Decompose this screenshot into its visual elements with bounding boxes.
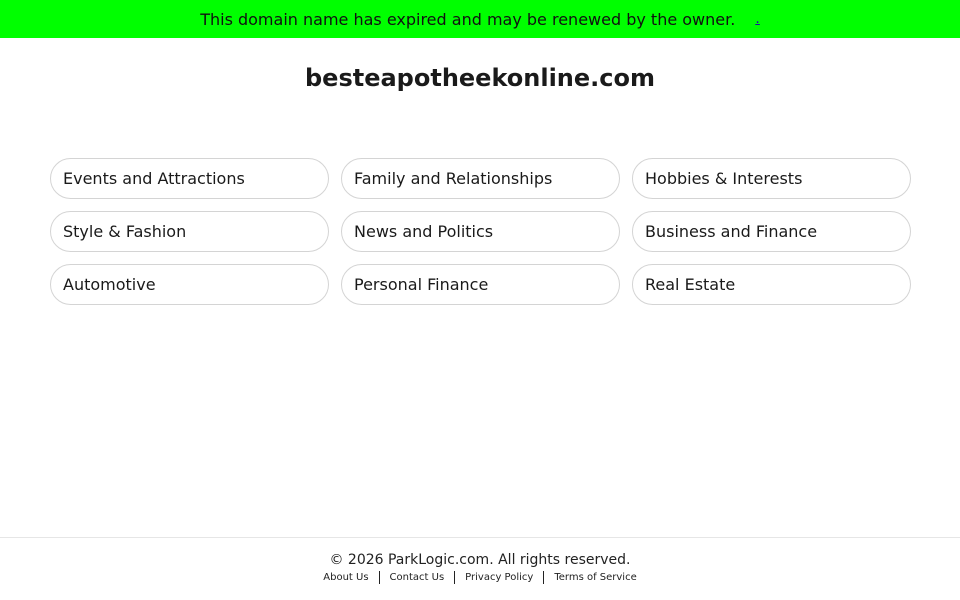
domain-name-title: besteapotheekonline.com [304,64,655,92]
category-link-automotive[interactable]: Automotive [50,264,329,305]
category-link-family-and-relationships[interactable]: Family and Relationships [341,158,620,199]
category-link-business-and-finance[interactable]: Business and Finance [632,211,911,252]
category-link-events-and-attractions[interactable]: Events and Attractions [50,158,329,199]
category-link-real-estate[interactable]: Real Estate [632,264,911,305]
footer-separator [543,571,545,584]
footer-link-terms-of-service[interactable]: Terms of Service [554,572,636,583]
category-link-style-and-fashion[interactable]: Style & Fashion [50,211,329,252]
category-grid: Events and Attractions Family and Relati… [50,158,911,305]
expired-domain-banner: This domain name has expired and may be … [0,0,960,38]
footer-link-contact-us[interactable]: Contact Us [390,572,445,583]
footer-copyright: © 2026 ParkLogic.com. All rights reserve… [329,552,631,568]
footer-link-about-us[interactable]: About Us [323,572,368,583]
footer-separator [454,571,456,584]
footer-links: About Us Contact Us Privacy Policy Terms… [0,571,960,584]
footer-divider [0,537,960,538]
banner-renew-link[interactable]: . [755,11,759,27]
category-link-personal-finance[interactable]: Personal Finance [341,264,620,305]
footer-separator [378,571,380,584]
category-link-news-and-politics[interactable]: News and Politics [341,211,620,252]
footer-link-privacy-policy[interactable]: Privacy Policy [465,572,533,583]
category-link-hobbies-and-interests[interactable]: Hobbies & Interests [632,158,911,199]
banner-message: This domain name has expired and may be … [200,9,736,29]
